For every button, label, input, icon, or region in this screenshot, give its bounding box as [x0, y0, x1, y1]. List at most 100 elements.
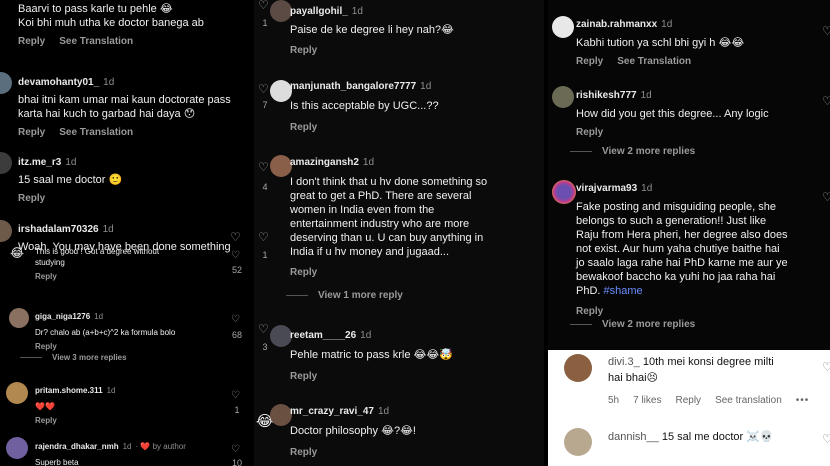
timestamp: 1d: [641, 183, 653, 194]
username[interactable]: irshadalam70326: [18, 224, 99, 235]
view-more-replies[interactable]: View 2 more replies: [570, 146, 695, 157]
avatar[interactable]: [6, 382, 28, 404]
reply-button[interactable]: Reply: [35, 416, 57, 425]
username[interactable]: amazingansh2: [290, 157, 359, 168]
avatar[interactable]: [552, 16, 574, 38]
avatar[interactable]: [0, 152, 12, 174]
timestamp: 1d: [420, 81, 432, 92]
comment: devamohanty01_ 1d bhai itni kam umar mai …: [18, 72, 231, 138]
reply-button[interactable]: Reply: [35, 342, 57, 351]
comment-reply: giga_niga1276 1d Dr? chalo ab (a+b+c)^2 k…: [35, 306, 175, 351]
like-heart-icon[interactable]: ♡: [822, 360, 830, 374]
like-count: 3: [262, 342, 268, 352]
username[interactable]: manjunath_bangalore7777: [290, 81, 416, 92]
username[interactable]: giga_niga1276: [35, 312, 90, 321]
reply-button[interactable]: Reply: [576, 306, 603, 317]
avatar[interactable]: [6, 437, 28, 459]
like-heart-icon[interactable]: ♡: [230, 230, 241, 244]
like-heart-icon[interactable]: ♡: [231, 314, 240, 325]
timestamp: 1d: [102, 224, 114, 235]
username[interactable]: devamohanty01_: [18, 77, 99, 88]
avatar[interactable]: [552, 180, 576, 204]
like-heart-icon[interactable]: ♡: [822, 24, 830, 38]
comment: manjunath_bangalore7777 1d Is this accept…: [290, 76, 439, 133]
reply-button[interactable]: Reply: [35, 272, 57, 281]
timestamp: 1d: [377, 406, 390, 417]
see-translation-button[interactable]: See Translation: [59, 127, 133, 138]
reply-button[interactable]: Reply: [675, 395, 701, 406]
avatar[interactable]: [552, 86, 574, 108]
like-count: 4: [262, 182, 268, 192]
username[interactable]: reetam____26: [290, 330, 356, 341]
like-heart-icon[interactable]: ♡: [231, 390, 240, 401]
username[interactable]: itz.me_r3: [18, 157, 61, 168]
avatar[interactable]: [564, 354, 592, 382]
avatar[interactable]: [9, 308, 29, 328]
username[interactable]: rajendra_dhakar_nmh: [35, 442, 119, 451]
more-options-icon[interactable]: •••: [796, 395, 810, 406]
like-heart-icon[interactable]: ♡: [822, 94, 830, 108]
comment: divi.3_ 10th mei konsi degree milti hai …: [608, 355, 823, 406]
likes-count: 7 likes: [633, 395, 662, 406]
comment-text: Dr? chalo ab (a+b+c)^2 ka formula bolo: [35, 328, 176, 337]
avatar[interactable]: [0, 72, 12, 94]
timestamp: 1d: [351, 6, 363, 17]
avatar[interactable]: [270, 404, 292, 426]
like-heart-icon[interactable]: ♡: [231, 444, 240, 455]
avatar[interactable]: [564, 428, 592, 456]
username[interactable]: payallgohil_: [290, 6, 348, 17]
username[interactable]: dannish__: [608, 431, 659, 443]
reply-button[interactable]: Reply: [576, 127, 603, 138]
reply-button[interactable]: Reply: [290, 122, 317, 133]
comment: amazingansh2 1d I don't think that u hv d…: [290, 152, 540, 278]
see-translation-button[interactable]: See translation: [715, 395, 782, 406]
reply-button[interactable]: Reply: [18, 193, 45, 204]
reply-button[interactable]: Reply: [576, 56, 603, 67]
comment: Baarvi to pass karle tu pehle 😂 Koi bhi …: [18, 2, 204, 47]
avatar[interactable]: [270, 155, 292, 177]
view-more-replies[interactable]: View 2 more replies: [570, 319, 695, 330]
see-translation-button[interactable]: See Translation: [59, 36, 133, 47]
username[interactable]: virajvarma93: [576, 183, 637, 194]
timestamp: 1d: [362, 157, 375, 168]
view-more-replies[interactable]: View 3 more replies: [20, 353, 127, 362]
reply-button[interactable]: Reply: [290, 447, 317, 458]
avatar[interactable]: [0, 220, 12, 242]
like-heart-icon[interactable]: ♡: [231, 250, 240, 261]
username[interactable]: rishikesh777: [576, 90, 637, 101]
comment-overlay-light: divi.3_ 10th mei konsi degree milti hai …: [548, 350, 830, 466]
view-more-replies[interactable]: View 1 more reply: [286, 290, 403, 301]
username[interactable]: mr_crazy_ravi_47: [290, 406, 374, 417]
username[interactable]: zainab.rahmanxx: [576, 19, 657, 30]
reply-button[interactable]: Reply: [290, 267, 317, 278]
like-heart-icon[interactable]: ♡: [822, 432, 830, 446]
comment-text: This is good ! Got a degree without: [35, 247, 160, 256]
like-heart-icon[interactable]: ♡: [258, 82, 269, 96]
avatar[interactable]: [270, 80, 292, 102]
like-count: 1: [234, 405, 240, 415]
avatar[interactable]: [270, 325, 292, 347]
comment: itz.me_r3 1d 15 saal me doctor 🙂 Reply: [18, 152, 122, 204]
reply-button[interactable]: Reply: [290, 371, 317, 382]
like-heart-icon[interactable]: ♡: [258, 160, 269, 174]
see-translation-button[interactable]: See Translation: [617, 56, 691, 67]
comment-reply: This is good ! Got a degree without stud…: [8, 246, 159, 281]
comment-text: How did you get this degree... Any logic: [576, 108, 769, 120]
username[interactable]: pritam.shome.311: [35, 386, 103, 395]
comments-panel-middle: ♡ 1 payallgohil_ 1d Paise de ke degree li…: [254, 0, 544, 466]
like-heart-icon[interactable]: ♡: [258, 322, 269, 336]
like-heart-icon[interactable]: ♡: [258, 0, 269, 12]
comment-text: Koi bhi muh utha ke doctor banega ab: [18, 17, 204, 29]
timestamp: 1d: [65, 157, 77, 168]
comment-text: Fake posting and misguiding people, she …: [576, 201, 788, 297]
username[interactable]: divi.3_: [608, 356, 640, 368]
reply-button[interactable]: Reply: [18, 36, 45, 47]
like-heart-icon[interactable]: ♡: [258, 230, 269, 244]
like-heart-icon[interactable]: ♡: [822, 190, 830, 204]
avatar[interactable]: [270, 0, 292, 22]
comment-text: hai bhai😣: [608, 372, 658, 384]
hashtag-link[interactable]: #shame: [604, 285, 643, 297]
reply-button[interactable]: Reply: [290, 45, 317, 56]
comment: reetam____26 1d Pehle matric to pass krle…: [290, 325, 453, 382]
reply-button[interactable]: Reply: [18, 127, 45, 138]
